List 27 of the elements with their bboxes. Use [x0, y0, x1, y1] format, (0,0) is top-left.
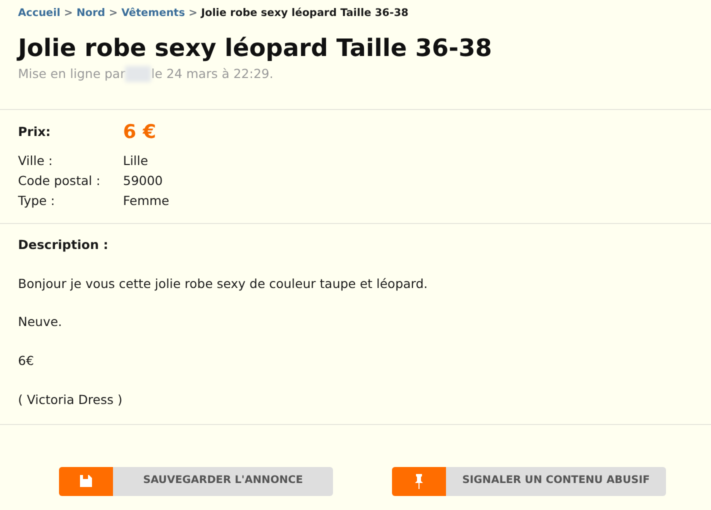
description-text: Bonjour je vous cette jolie robe sexy de couleur taupe et léopard.: [18, 274, 429, 293]
pushpin-icon: [414, 473, 424, 490]
detail-label: Ville :: [18, 152, 54, 170]
posted-by-text: Mise en ligne par: [18, 66, 126, 81]
description-text: Neuve.: [18, 313, 64, 332]
price-value: 6 €: [123, 120, 156, 146]
breadcrumb-separator: >: [64, 7, 73, 19]
listing-title: Jolie robe sexy léopard Taille 36-38: [18, 34, 493, 63]
breadcrumb-link[interactable]: Nord: [76, 7, 106, 19]
breadcrumb-current: Jolie robe sexy léopard Taille 36-38: [201, 7, 408, 19]
detail-label: Code postal :: [18, 172, 102, 190]
description-text: ( Victoria Dress ): [18, 390, 124, 409]
detail-label: Type :: [18, 192, 56, 210]
detail-value: Femme: [123, 192, 170, 208]
save-button[interactable]: SAUVEGARDER L'ANNONCE: [59, 466, 333, 496]
report-button[interactable]: SIGNALER UN CONTENU ABUSIF: [392, 466, 666, 496]
breadcrumb-separator: >: [108, 7, 118, 19]
posted-date-text: le 24 mars à 22:29.: [151, 66, 274, 81]
description-heading: Description :: [18, 236, 110, 254]
detail-value: Lille: [123, 152, 148, 168]
price-label: Prix:: [18, 123, 52, 142]
breadcrumb-link[interactable]: Accueil: [18, 7, 60, 19]
breadcrumb-separator: >: [188, 7, 198, 19]
blurred-name: [125, 66, 152, 82]
description-text: 6€: [18, 352, 35, 370]
breadcrumb-link[interactable]: Vêtements: [121, 7, 185, 19]
detail-value: 59000: [123, 172, 163, 188]
